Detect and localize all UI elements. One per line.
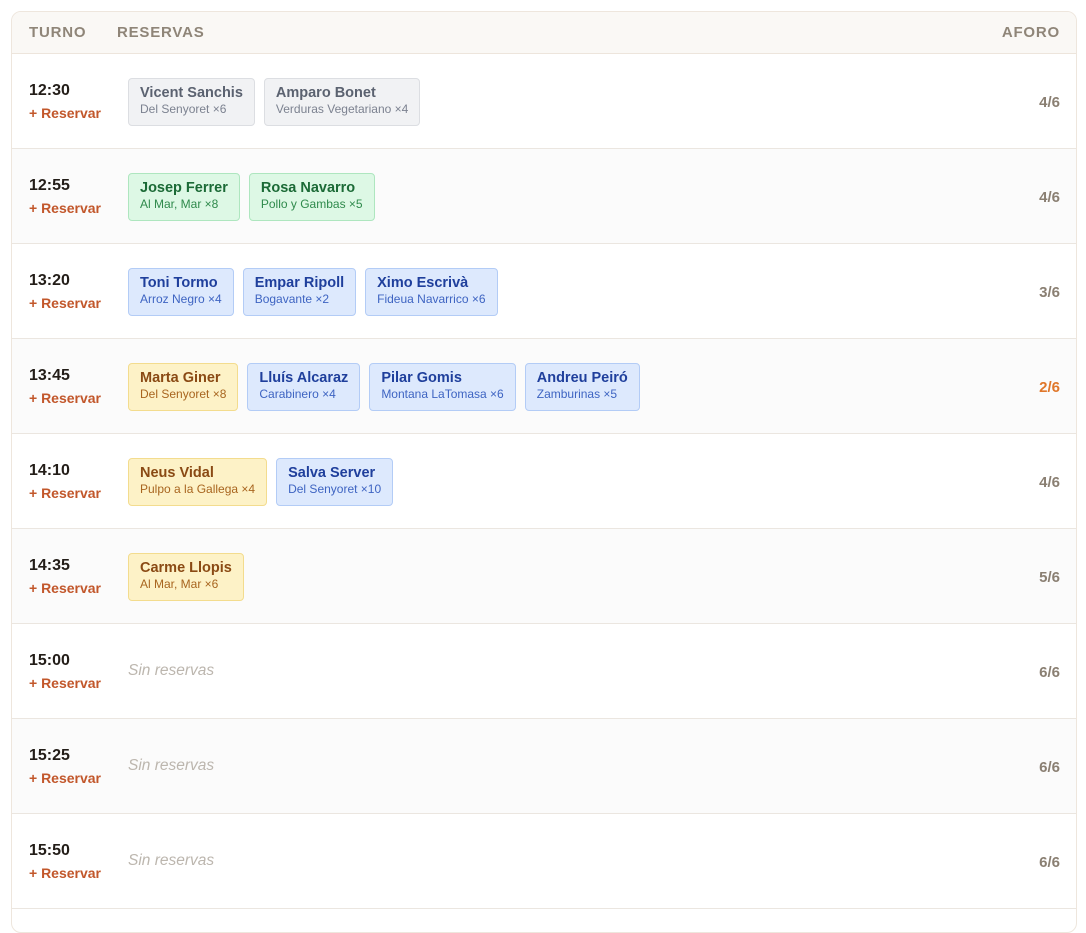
reservation-name: Marta Giner [140,370,221,386]
reservar-link[interactable]: + Reservar [29,390,101,406]
reservation-name: Amparo Bonet [275,85,376,101]
reservation-list: Neus Vidal Pulpo a la Gallega ×4 Salva Ser… [128,458,394,506]
reservar-link[interactable]: + Reservar [29,200,101,216]
aforo-count: 6/6 [1039,664,1060,681]
reservation-detail: Bogavante ×2 [254,292,330,306]
reservation-chip[interactable]: Toni Tormo Arroz Negro ×4 [128,268,234,316]
reservation-chip[interactable]: Lluís Alcaraz Carabinero ×4 [247,363,361,411]
reservar-link[interactable]: + Reservar [29,770,101,786]
table-body: 12:30 + Reservar Vicent Sanchis Del Senyore… [12,54,1076,909]
reservation-detail: Arroz Negro ×4 [140,292,222,306]
empty-reservations: Sin reservas [128,662,215,679]
reservation-chip[interactable]: Vicent Sanchis Del Senyoret ×6 [128,78,255,126]
reservation-list: Josep Ferrer Al Mar, Mar ×8 Rosa Navarro Po… [128,173,375,221]
table-row: 15:25 + Reservar Sin reservas 6/6 [12,719,1076,814]
reservar-link[interactable]: + Reservar [29,865,101,881]
table-row: 14:35 + Reservar Carme Llopis Al Mar, Mar ×… [12,529,1076,624]
aforo-count: 2/6 [1039,379,1060,396]
reservation-name: Andreu Peiró [536,370,628,386]
reservation-list: Marta Giner Del Senyoret ×8 Lluís Alcaraz C… [128,363,640,411]
reservation-detail: Del Senyoret ×8 [140,387,227,401]
reservation-name: Vicent Sanchis [140,85,243,101]
reservation-name: Salva Server [288,465,376,481]
reservation-detail: Carabinero ×4 [259,387,336,401]
reservation-list: Carme Llopis Al Mar, Mar ×6 [128,553,244,601]
reservation-name: Pilar Gomis [381,370,462,386]
reservation-chip[interactable]: Salva Server Del Senyoret ×10 [276,458,394,506]
reservation-name: Lluís Alcaraz [259,370,349,386]
reservation-list: Vicent Sanchis Del Senyoret ×6 Amparo Bone… [128,78,421,126]
reservation-chip[interactable]: Marta Giner Del Senyoret ×8 [128,363,239,411]
turno-time: 14:10 [29,462,70,479]
reservation-name: Neus Vidal [140,465,214,481]
aforo-count: 4/6 [1039,189,1060,206]
reservation-name: Empar Ripoll [254,275,345,291]
reservation-chip[interactable]: Ximo Escrivà Fideua Navarrico ×6 [365,268,498,316]
reservation-chip[interactable]: Amparo Bonet Verduras Vegetariano ×4 [263,78,421,126]
turno-time: 15:00 [29,652,70,669]
reservar-link[interactable]: + Reservar [29,105,101,121]
reservation-detail: Verduras Vegetariano ×4 [275,102,409,116]
reservation-detail: Al Mar, Mar ×6 [140,577,219,591]
reservation-detail: Montana LaTomasa ×6 [381,387,504,401]
reservation-name: Ximo Escrivà [377,275,469,291]
reservation-chip[interactable]: Rosa Navarro Pollo y Gambas ×5 [248,173,375,221]
reservation-name: Josep Ferrer [140,180,228,196]
reservation-detail: Del Senyoret ×6 [140,102,227,116]
reservar-link[interactable]: + Reservar [29,580,101,596]
table-row: 14:10 + Reservar Neus Vidal Pulpo a la Gall… [12,434,1076,529]
aforo-count: 3/6 [1039,284,1060,301]
reservation-chip[interactable]: Neus Vidal Pulpo a la Gallega ×4 [128,458,268,506]
header-reservas: RESERVAS [117,24,205,41]
turno-time: 15:25 [29,747,70,764]
turno-time: 12:30 [29,82,70,99]
aforo-count: 5/6 [1039,569,1060,586]
reservation-name: Rosa Navarro [260,180,356,196]
reservar-link[interactable]: + Reservar [29,675,101,691]
empty-reservations: Sin reservas [128,757,215,774]
turno-time: 13:20 [29,272,70,289]
reservation-detail: Zamburinas ×5 [536,387,618,401]
reservation-name: Carme Llopis [140,560,232,576]
table-row: 15:50 + Reservar Sin reservas 6/6 [12,814,1076,909]
reservar-link[interactable]: + Reservar [29,295,101,311]
reservation-detail: Fideua Navarrico ×6 [377,292,486,306]
aforo-count: 4/6 [1039,474,1060,491]
reservar-link[interactable]: + Reservar [29,485,101,501]
reservation-chip[interactable]: Andreu Peiró Zamburinas ×5 [524,363,640,411]
header-aforo: AFORO [1001,24,1060,41]
reservation-detail: Pulpo a la Gallega ×4 [140,482,256,496]
aforo-count: 6/6 [1039,759,1060,776]
reservation-chip[interactable]: Josep Ferrer Al Mar, Mar ×8 [128,173,240,221]
empty-reservations: Sin reservas [128,852,215,869]
reservation-chip[interactable]: Empar Ripoll Bogavante ×2 [242,268,357,316]
reservations-table: TURNO RESERVAS AFORO 12:30 + Reservar Vice… [11,11,1077,933]
table-row: 13:20 + Reservar Toni Tormo Arroz Negro ×4 E… [12,244,1076,339]
aforo-count: 4/6 [1039,94,1060,111]
table-row: 12:30 + Reservar Vicent Sanchis Del Senyore… [12,54,1076,149]
reservation-detail: Al Mar, Mar ×8 [140,197,219,211]
table-row: 15:00 + Reservar Sin reservas 6/6 [12,624,1076,719]
table-row: 12:55 + Reservar Josep Ferrer Al Mar, Mar ×… [12,149,1076,244]
header-turno: TURNO [29,24,87,41]
reservation-chip[interactable]: Pilar Gomis Montana LaTomasa ×6 [369,363,516,411]
reservation-chip[interactable]: Carme Llopis Al Mar, Mar ×6 [128,553,244,601]
reservation-detail: Del Senyoret ×10 [288,482,382,496]
reservation-list: Toni Tormo Arroz Negro ×4 Empar Ripoll Boga… [128,268,498,316]
table-row: 13:45 + Reservar Marta Giner Del Senyoret ×… [12,339,1076,434]
table-header: TURNO RESERVAS AFORO [12,12,1076,54]
turno-time: 15:50 [29,842,70,859]
turno-time: 12:55 [29,177,70,194]
turno-time: 13:45 [29,367,70,384]
reservation-name: Toni Tormo [140,275,218,291]
turno-time: 14:35 [29,557,70,574]
aforo-count: 6/6 [1039,854,1060,871]
reservation-detail: Pollo y Gambas ×5 [260,197,363,211]
